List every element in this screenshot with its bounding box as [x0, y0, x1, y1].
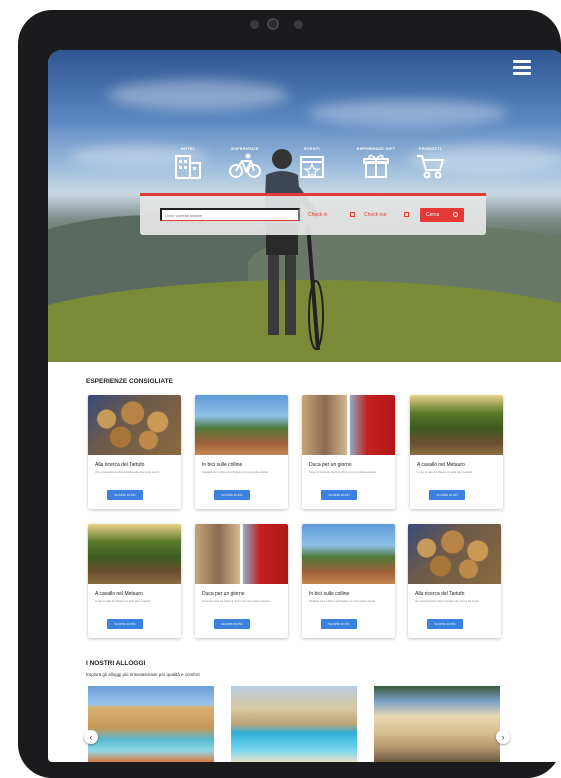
- card-image: [88, 524, 181, 584]
- checkout-field[interactable]: Check out: [362, 208, 412, 221]
- card-desc: Pedalate tra le colline marchigiane con …: [309, 600, 376, 603]
- cart-icon: [417, 155, 445, 179]
- card-desc: Scopri la storia dei duchi di Urbino con…: [202, 600, 270, 603]
- category-products[interactable]: PRODOTTI: [406, 146, 454, 179]
- discover-button[interactable]: SCOPRI DI PIÙ: [214, 619, 250, 629]
- card-image: [302, 395, 395, 455]
- category-gift[interactable]: ESPERIENZE GIFT: [352, 146, 400, 179]
- category-label: PRODOTTI: [418, 146, 442, 151]
- experience-card[interactable]: Alla ricerca del Tartufo Vivi un'esperie…: [88, 395, 181, 509]
- gift-icon: [363, 154, 389, 178]
- calendar-icon: [350, 212, 355, 217]
- card-title: In bici sulle colline: [309, 591, 350, 597]
- experience-card[interactable]: Duca per un giorno Scopri la storia dei …: [302, 395, 395, 509]
- discover-button[interactable]: SCOPRI DI PIÙ: [214, 490, 250, 500]
- card-title: A cavallo nel Metauro: [95, 591, 143, 597]
- category-experiences[interactable]: ESPERIENZE: [221, 146, 269, 179]
- card-title: Duca per un giorno: [309, 462, 352, 468]
- card-image: [408, 524, 501, 584]
- card-desc: Vivi un'esperienza indimenticabile alla …: [415, 600, 480, 603]
- discover-button[interactable]: SCOPRI DI PIÙ: [321, 619, 357, 629]
- card-image: [88, 395, 181, 455]
- category-label: ESPERIENZE: [231, 146, 259, 151]
- camera-dot: [294, 20, 303, 29]
- chevron-right-icon[interactable]: ›: [496, 730, 510, 744]
- search-button[interactable]: Cerca: [420, 208, 464, 222]
- bicycle-icon: [229, 153, 261, 178]
- stays-subtitle: Esplora gli alloggi più entusiasmanti pe…: [86, 672, 200, 677]
- calendar-icon: [404, 212, 409, 217]
- camera-dot: [250, 20, 259, 29]
- camera-lens: [267, 18, 279, 30]
- discover-button[interactable]: SCOPRI DI PIÙ: [107, 619, 143, 629]
- discover-button[interactable]: SCOPRI DI PIÙ: [427, 619, 463, 629]
- card-title: In bici sulle colline: [202, 462, 243, 468]
- card-image: [302, 524, 395, 584]
- experience-card[interactable]: Alla ricerca del Tartufo Vivi un'esperie…: [408, 524, 501, 638]
- card-desc: Vivi un'esperienza indimenticabile alla …: [95, 471, 160, 474]
- hero-banner: HOTEL ESPERIENZE EVENTI ESPERIENZE GIFT …: [48, 50, 561, 362]
- experience-card[interactable]: A cavallo nel Metauro Lungo la valle del…: [88, 524, 181, 638]
- card-image: [195, 395, 288, 455]
- stays-title: I NOSTRI ALLOGGI: [86, 660, 146, 667]
- search-bar: Check in Check out Cerca: [140, 193, 486, 235]
- card-image: [410, 395, 503, 455]
- card-title: Duca per un giorno: [202, 591, 245, 597]
- experience-card[interactable]: A cavallo nel Metauro Lungo la valle del…: [410, 395, 503, 509]
- category-label: HOTEL: [180, 146, 196, 151]
- experience-card[interactable]: In bici sulle colline Pedalate tra le co…: [195, 395, 288, 509]
- stay-image[interactable]: [374, 686, 500, 762]
- calendar-star-icon: [300, 156, 324, 179]
- experience-card[interactable]: Duca per un giorno Scopri la storia dei …: [195, 524, 288, 638]
- category-label: ESPERIENZE GIFT: [356, 146, 396, 151]
- checkin-label: Check in: [308, 212, 328, 218]
- card-desc: Scopri la storia dei duchi di Urbino con…: [309, 471, 377, 474]
- chevron-left-icon[interactable]: ‹: [84, 730, 98, 744]
- stay-image[interactable]: [88, 686, 214, 762]
- screen: HOTEL ESPERIENZE EVENTI ESPERIENZE GIFT …: [48, 50, 561, 762]
- search-icon: [453, 212, 458, 217]
- category-hotel[interactable]: HOTEL: [164, 146, 212, 179]
- checkin-field[interactable]: Check in: [306, 208, 358, 221]
- discover-button[interactable]: SCOPRI DI PIÙ: [429, 490, 465, 500]
- experiences-title: ESPERIENZE CONSIGLIATE: [86, 378, 173, 385]
- discover-button[interactable]: SCOPRI DI PIÙ: [321, 490, 357, 500]
- card-title: Alla ricerca del Tartufo: [95, 462, 145, 468]
- card-desc: Lungo la valle del Metauro in sella ad u…: [95, 600, 151, 603]
- card-title: Alla ricerca del Tartufo: [415, 591, 465, 597]
- stay-image[interactable]: [231, 686, 357, 762]
- destination-input[interactable]: [160, 208, 300, 221]
- experience-card[interactable]: In bici sulle colline Pedalate tra le co…: [302, 524, 395, 638]
- search-button-label: Cerca: [426, 212, 440, 218]
- tablet-frame: HOTEL ESPERIENZE EVENTI ESPERIENZE GIFT …: [18, 10, 561, 778]
- card-desc: Lungo la valle del Metauro in sella ad u…: [417, 471, 473, 474]
- category-events[interactable]: EVENTI: [288, 146, 336, 179]
- card-title: A cavallo nel Metauro: [417, 462, 465, 468]
- card-image: [195, 524, 288, 584]
- discover-button[interactable]: SCOPRI DI PIÙ: [107, 490, 143, 500]
- hamburger-icon[interactable]: [513, 60, 531, 75]
- hotel-icon: [175, 155, 201, 179]
- card-desc: Pedalate tra le colline marchigiane con …: [202, 471, 269, 474]
- category-label: EVENTI: [304, 146, 320, 151]
- checkout-label: Check out: [364, 212, 387, 218]
